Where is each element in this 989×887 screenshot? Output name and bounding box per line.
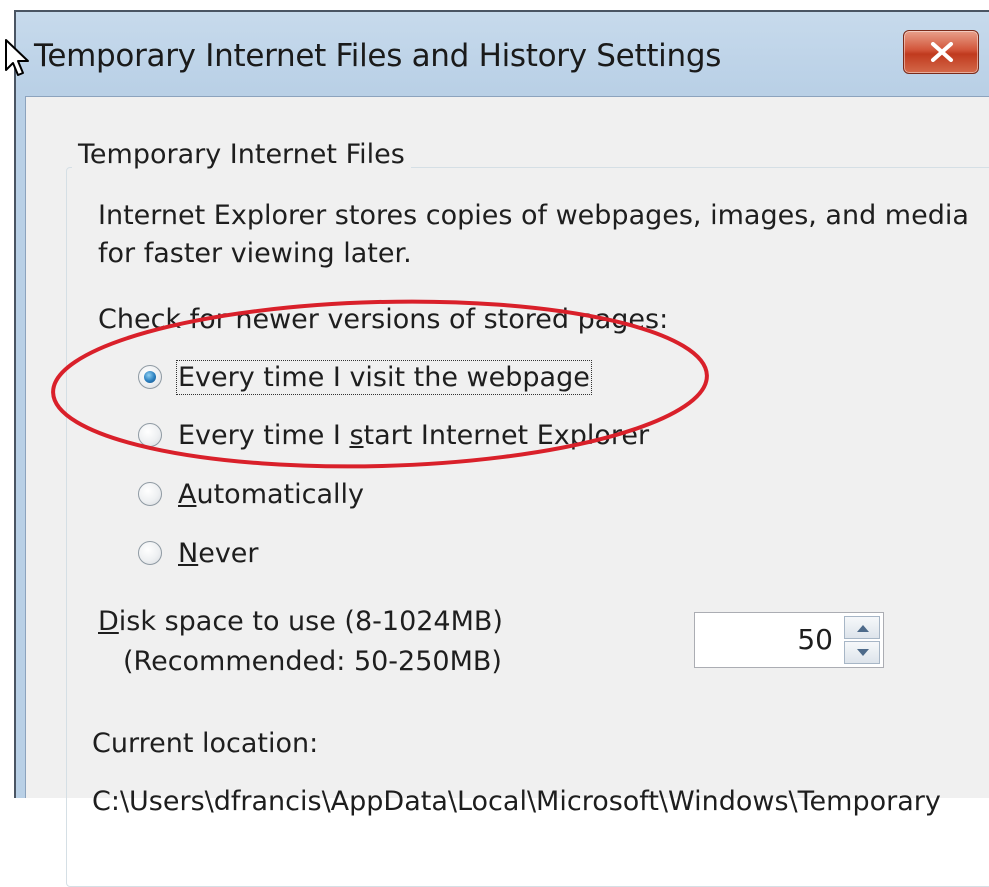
radio-label-never[interactable]: Never (178, 538, 259, 569)
spin-down-arrow-icon (857, 649, 869, 656)
dialog-body: Temporary Internet Files Internet Explor… (25, 96, 989, 887)
disk-space-label: Disk space to use (8-1024MB) (98, 606, 503, 637)
radio-label-every-visit[interactable]: Every time I visit the webpage (176, 359, 592, 395)
settings-dialog: Temporary Internet Files and History Set… (14, 10, 989, 887)
mouse-pointer-icon (5, 39, 29, 76)
radio-button[interactable] (138, 541, 162, 565)
radio-every-visit[interactable]: Every time I visit the webpage (138, 357, 592, 397)
spin-up-arrow-icon (857, 625, 869, 632)
window-title: Temporary Internet Files and History Set… (34, 38, 722, 74)
spin-down-button[interactable] (844, 641, 880, 664)
radio-label-every-start[interactable]: Every time I start Internet Explorer (178, 420, 649, 451)
spin-up-button[interactable] (844, 616, 880, 639)
radio-automatically[interactable]: Automatically (138, 474, 364, 514)
recommended-size-label: (Recommended: 50-250MB) (123, 646, 502, 677)
radio-label-automatically[interactable]: Automatically (178, 479, 364, 510)
group-legend: Temporary Internet Files (72, 139, 411, 170)
radio-never[interactable]: Never (138, 533, 259, 573)
spinner-buttons (844, 616, 880, 664)
radio-button[interactable] (138, 482, 162, 506)
radio-every-start[interactable]: Every time I start Internet Explorer (138, 415, 649, 455)
radio-button[interactable] (138, 423, 162, 447)
temporary-files-groupbox (66, 167, 989, 887)
check-newer-versions-label: Check for newer versions of stored pages… (98, 304, 669, 335)
current-location-label: Current location: (92, 728, 319, 759)
disk-space-spinner[interactable]: 50 (694, 612, 884, 668)
description-line-2: for faster viewing later. (98, 238, 412, 269)
title-bar[interactable]: Temporary Internet Files and History Set… (16, 12, 989, 94)
close-x-icon (931, 42, 953, 62)
radio-button-selected[interactable] (138, 365, 162, 389)
disk-space-value[interactable]: 50 (797, 623, 833, 656)
current-location-path: C:\Users\dfrancis\AppData\Local\Microsof… (92, 786, 941, 817)
close-button[interactable] (903, 30, 979, 74)
description-line-1: Internet Explorer stores copies of webpa… (98, 200, 969, 231)
